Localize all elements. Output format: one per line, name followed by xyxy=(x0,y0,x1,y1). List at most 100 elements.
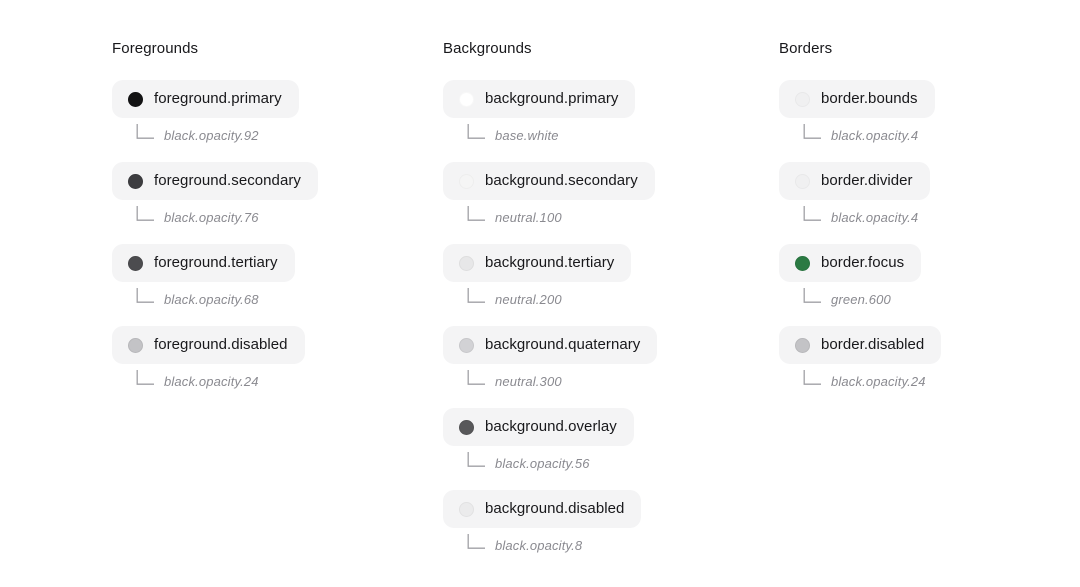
token-pill[interactable]: border.bounds xyxy=(779,80,935,118)
token-alias-label: black.opacity.24 xyxy=(164,374,259,389)
token-group: background.secondary neutral.100 xyxy=(443,162,779,226)
color-swatch-icon xyxy=(795,337,810,353)
tree-branch-icon xyxy=(803,206,821,221)
token-alias-row: neutral.300 xyxy=(443,370,779,390)
token-name: background.disabled xyxy=(485,500,625,517)
token-name: border.bounds xyxy=(821,90,918,107)
token-pill[interactable]: border.divider xyxy=(779,162,930,200)
token-name: border.divider xyxy=(821,172,913,189)
tree-branch-icon xyxy=(803,288,821,303)
token-group: border.divider black.opacity.4 xyxy=(779,162,1080,226)
token-group: background.quaternary neutral.300 xyxy=(443,326,779,390)
color-swatch-icon xyxy=(128,91,143,107)
token-group: background.disabled black.opacity.8 xyxy=(443,490,779,554)
color-token-reference-board: Foregrounds foreground.primary black.opaci… xyxy=(0,0,1080,587)
column-title: Foregrounds xyxy=(112,40,199,57)
color-swatch-icon xyxy=(459,173,474,189)
token-name: border.disabled xyxy=(821,336,925,353)
token-name: background.secondary xyxy=(485,172,638,189)
color-swatch-icon xyxy=(459,501,474,517)
token-pill[interactable]: background.quaternary xyxy=(443,326,658,364)
color-swatch-icon xyxy=(459,419,474,435)
token-name: background.primary xyxy=(485,90,619,107)
token-alias-row: black.opacity.56 xyxy=(443,452,779,472)
tree-branch-icon xyxy=(136,206,154,221)
color-swatch-icon xyxy=(795,173,810,189)
token-name: background.overlay xyxy=(485,418,617,435)
tree-branch-icon xyxy=(467,452,485,467)
token-alias-label: black.opacity.4 xyxy=(831,210,919,225)
color-swatch-icon xyxy=(128,173,143,189)
token-alias-row: green.600 xyxy=(779,288,1080,308)
token-alias-row: black.opacity.68 xyxy=(112,288,443,308)
token-alias-label: neutral.300 xyxy=(495,374,562,389)
token-alias-label: black.opacity.76 xyxy=(164,210,259,225)
token-group: background.primary base.white xyxy=(443,80,779,144)
token-column-foregrounds: Foregrounds foreground.primary black.opaci… xyxy=(112,39,443,390)
token-name: border.focus xyxy=(821,254,905,271)
token-name: foreground.secondary xyxy=(154,172,301,189)
token-group: border.bounds black.opacity.4 xyxy=(779,80,1080,144)
color-swatch-icon xyxy=(795,255,810,271)
token-alias-row: black.opacity.4 xyxy=(779,124,1080,144)
column-title: Borders xyxy=(779,40,833,57)
tree-branch-icon xyxy=(467,534,485,549)
token-group: foreground.secondary black.opacity.76 xyxy=(112,162,443,226)
token-name: foreground.tertiary xyxy=(154,254,278,271)
tree-branch-icon xyxy=(467,124,485,139)
tree-branch-icon xyxy=(136,288,154,303)
token-group: foreground.disabled black.opacity.24 xyxy=(112,326,443,390)
token-pill[interactable]: foreground.secondary xyxy=(112,162,318,200)
token-column-borders: Borders border.bounds black.opacity.4 borde… xyxy=(779,39,1080,390)
color-swatch-icon xyxy=(459,91,474,107)
token-pill[interactable]: background.overlay xyxy=(443,408,634,446)
token-group: foreground.primary black.opacity.92 xyxy=(112,80,443,144)
token-pill[interactable]: border.disabled xyxy=(779,326,942,364)
token-alias-row: black.opacity.76 xyxy=(112,206,443,226)
token-pill[interactable]: foreground.tertiary xyxy=(112,244,295,282)
tree-branch-icon xyxy=(803,370,821,385)
token-alias-label: green.600 xyxy=(831,292,891,307)
token-group: border.disabled black.opacity.24 xyxy=(779,326,1080,390)
token-group: foreground.tertiary black.opacity.68 xyxy=(112,244,443,308)
tree-branch-icon xyxy=(467,370,485,385)
token-group: border.focus green.600 xyxy=(779,244,1080,308)
token-alias-row: black.opacity.92 xyxy=(112,124,443,144)
token-alias-label: neutral.200 xyxy=(495,292,562,307)
token-name: background.quaternary xyxy=(485,336,641,353)
token-alias-label: base.white xyxy=(495,128,559,143)
token-alias-label: black.opacity.92 xyxy=(164,128,259,143)
token-alias-label: black.opacity.68 xyxy=(164,292,259,307)
color-swatch-icon xyxy=(128,337,143,353)
token-alias-row: black.opacity.8 xyxy=(443,534,779,554)
tree-branch-icon xyxy=(136,370,154,385)
token-pill[interactable]: background.primary xyxy=(443,80,636,118)
token-pill[interactable]: foreground.primary xyxy=(112,80,299,118)
token-alias-label: black.opacity.24 xyxy=(831,374,926,389)
token-pill[interactable]: background.secondary xyxy=(443,162,655,200)
token-alias-label: black.opacity.8 xyxy=(495,538,583,553)
token-name: background.tertiary xyxy=(485,254,615,271)
token-name: foreground.disabled xyxy=(154,336,288,353)
tree-branch-icon xyxy=(467,206,485,221)
token-group: background.overlay black.opacity.56 xyxy=(443,408,779,472)
token-pill[interactable]: border.focus xyxy=(779,244,922,282)
token-alias-row: base.white xyxy=(443,124,779,144)
token-pill[interactable]: background.tertiary xyxy=(443,244,632,282)
token-alias-row: neutral.100 xyxy=(443,206,779,226)
token-column-backgrounds: Backgrounds background.primary base.white b… xyxy=(443,39,779,554)
token-alias-row: black.opacity.24 xyxy=(779,370,1080,390)
column-title: Backgrounds xyxy=(443,40,532,57)
color-swatch-icon xyxy=(459,337,474,353)
color-swatch-icon xyxy=(459,255,474,271)
token-group: background.tertiary neutral.200 xyxy=(443,244,779,308)
token-pill[interactable]: foreground.disabled xyxy=(112,326,305,364)
tree-branch-icon xyxy=(136,124,154,139)
token-columns: Foregrounds foreground.primary black.opaci… xyxy=(0,0,1080,554)
color-swatch-icon xyxy=(128,255,143,271)
color-swatch-icon xyxy=(795,91,810,107)
token-alias-row: black.opacity.24 xyxy=(112,370,443,390)
tree-branch-icon xyxy=(803,124,821,139)
token-alias-row: black.opacity.4 xyxy=(779,206,1080,226)
token-pill[interactable]: background.disabled xyxy=(443,490,642,528)
